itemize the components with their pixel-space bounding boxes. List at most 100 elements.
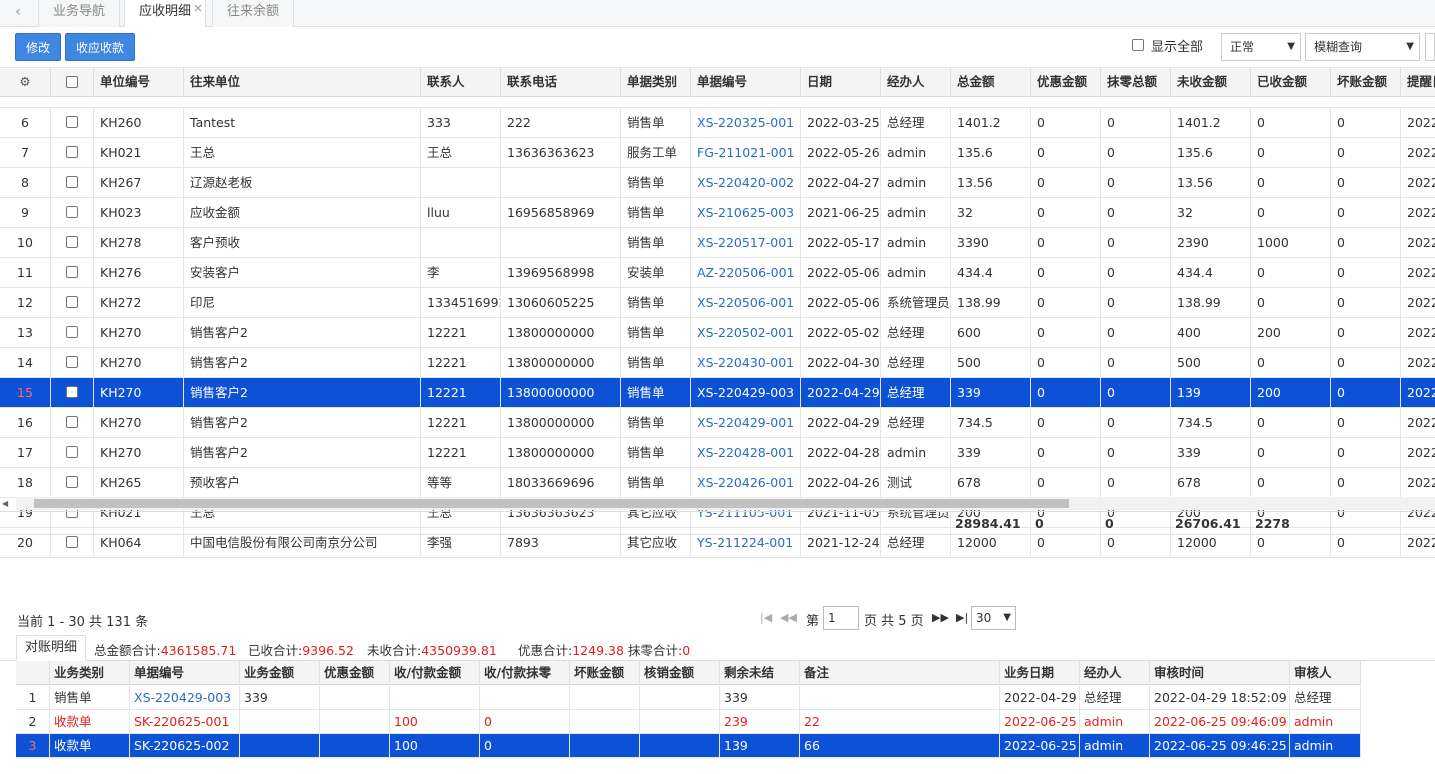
row-checkbox-cell[interactable] [51, 138, 94, 168]
detail-col-note[interactable]: 备注 [800, 661, 1000, 685]
detail-cell-doc[interactable]: SK-220625-001 [130, 710, 240, 734]
cell-doc[interactable]: XS-220325-001 [691, 108, 801, 138]
row-checkbox[interactable] [66, 176, 78, 188]
row-checkbox[interactable] [66, 356, 78, 368]
col-paid[interactable]: 已收金额 [1251, 68, 1331, 97]
row-checkbox-cell[interactable] [51, 108, 94, 138]
row-checkbox-cell[interactable] [51, 468, 94, 498]
detail-col-bad-debt[interactable]: 坏账金额 [570, 661, 640, 685]
cell-doc[interactable]: XS-220502-001 [691, 318, 801, 348]
table-row[interactable]: 9 KH023 应收金额 lluu 16956858969 销售单 XS-210625-00… [0, 198, 1435, 228]
close-icon[interactable]: × [193, 0, 203, 20]
detail-col-payment[interactable]: 收/付款金额 [390, 661, 480, 685]
page-size-select[interactable]: 30 ▼ [971, 606, 1016, 630]
show-all-checkbox[interactable] [1132, 39, 1144, 51]
table-row[interactable]: 15 KH270 销售客户2 12221 13800000000 销售单 XS-220429… [0, 378, 1435, 408]
next-page-icon[interactable]: ▶▶ [932, 611, 949, 624]
col-total[interactable]: 总金额 [951, 68, 1031, 97]
row-checkbox-cell[interactable] [51, 258, 94, 288]
cell-doc[interactable]: XS-220420-002 [691, 168, 801, 198]
row-checkbox-cell[interactable] [51, 228, 94, 258]
row-checkbox-cell[interactable] [51, 168, 94, 198]
row-checkbox-cell[interactable] [51, 318, 94, 348]
detail-row[interactable]: 1 销售单 XS-220429-003 339 339 2022-04-29 总经理 2022… [16, 686, 1361, 710]
row-checkbox[interactable] [66, 296, 78, 308]
table-row[interactable] [0, 558, 1435, 559]
prev-page-icon[interactable]: ◀◀ [780, 611, 797, 624]
col-remind-date[interactable]: 提醒日 [1401, 68, 1435, 97]
cell-doc[interactable]: XS-210625-003 [691, 198, 801, 228]
table-row[interactable]: 18 KH265 预收客户 等等 18033669696 销售单 XS-220426-001… [0, 468, 1435, 498]
detail-col-payment-rounding[interactable]: 收/付款抹零 [480, 661, 570, 685]
col-date[interactable]: 日期 [801, 68, 881, 97]
cell-doc[interactable]: FG-211021-001 [691, 138, 801, 168]
status-select[interactable]: 正常 ▼ [1221, 33, 1301, 61]
page-number-input[interactable]: 1 [823, 606, 859, 630]
col-rounding[interactable]: 抹零总额 [1101, 68, 1171, 97]
row-checkbox[interactable] [66, 116, 78, 128]
receive-payment-button[interactable]: 收应收款 [65, 33, 135, 61]
col-unpaid[interactable]: 未收金额 [1171, 68, 1251, 97]
col-unit[interactable]: 往来单位 [184, 68, 421, 97]
scroll-left-icon[interactable]: ◀ [2, 497, 8, 510]
row-checkbox[interactable] [66, 206, 78, 218]
row-checkbox-cell[interactable] [51, 198, 94, 228]
row-checkbox[interactable] [66, 416, 78, 428]
detail-col-doc[interactable]: 单据编号 [130, 661, 240, 685]
row-checkbox[interactable] [66, 476, 78, 488]
col-bad-debt[interactable]: 坏账金额 [1331, 68, 1401, 97]
table-row[interactable]: 11 KH276 安装客户李 13969568998 安装单 AZ-220506-001 2… [0, 258, 1435, 288]
select-all-checkbox-cell[interactable] [51, 68, 94, 97]
col-doc-type[interactable]: 单据类别 [621, 68, 691, 97]
row-checkbox-cell[interactable] [51, 288, 94, 318]
search-mode-select[interactable]: 模糊查询 ▼ [1305, 33, 1420, 61]
cell-doc[interactable]: XS-220517-001 [691, 228, 801, 258]
scrollbar-thumb[interactable] [34, 499, 1069, 508]
row-checkbox[interactable] [66, 536, 78, 548]
col-doc-number[interactable]: 单据编号 [691, 68, 801, 97]
detail-row[interactable]: 3 收款单 SK-220625-002 100 0 139 66 2022-06-25 admi… [16, 734, 1361, 758]
first-page-icon[interactable]: |◀ [760, 611, 772, 624]
row-checkbox[interactable] [66, 326, 78, 338]
detail-col-amount[interactable]: 业务金额 [240, 661, 320, 685]
col-phone[interactable]: 联系电话 [501, 68, 621, 97]
table-row[interactable]: 16 KH270 销售客户2 12221 13800000000 销售单 XS-220429… [0, 408, 1435, 438]
cell-doc[interactable]: XS-220506-001 [691, 288, 801, 318]
row-checkbox[interactable] [66, 146, 78, 158]
detail-col-auditor[interactable]: 审核人 [1290, 661, 1361, 685]
detail-row[interactable]: 2 收款单 SK-220625-001 100 0 239 22 2022-06-25 admi… [16, 710, 1361, 734]
cell-doc[interactable]: AZ-220506-001 [691, 258, 801, 288]
row-checkbox-cell[interactable] [51, 438, 94, 468]
detail-col-audit-time[interactable]: 审核时间 [1150, 661, 1290, 685]
table-row[interactable]: 8 KH267 辽源赵老板 销售单 XS-220420-002 2022-04-27 adm… [0, 168, 1435, 198]
col-unit-code[interactable]: 单位编号 [94, 68, 184, 97]
table-row[interactable] [0, 97, 1435, 108]
detail-cell-doc[interactable]: SK-220625-002 [130, 734, 240, 758]
table-row[interactable]: 10 KH278 客户预收 销售单 XS-220517-001 2022-05-17 adm… [0, 228, 1435, 258]
detail-col-date[interactable]: 业务日期 [1000, 661, 1080, 685]
cell-doc[interactable]: XS-220429-001 [691, 408, 801, 438]
table-row[interactable]: 12 KH272印尼1334516992513060605225销售单XS-220… [0, 288, 1435, 318]
tab-account-balance[interactable]: 往来余额 [212, 0, 295, 27]
col-handler[interactable]: 经办人 [881, 68, 951, 97]
table-row[interactable]: 7 KH021 王总 王总 13636363623 服务工单 FG-211021-001 20… [0, 138, 1435, 168]
chevron-left-icon[interactable]: ‹ [6, 0, 30, 26]
cell-doc[interactable]: XS-220428-001 [691, 438, 801, 468]
last-page-icon[interactable]: ▶| [956, 611, 968, 624]
detail-col-handler[interactable]: 经办人 [1080, 661, 1150, 685]
detail-col-remain[interactable]: 剩余未结 [720, 661, 800, 685]
detail-col-discount[interactable]: 优惠金额 [320, 661, 390, 685]
row-checkbox[interactable] [66, 446, 78, 458]
table-row[interactable]: 17 KH270 销售客户2 12221 13800000000 销售单 XS-220428… [0, 438, 1435, 468]
cell-doc[interactable]: XS-220430-001 [691, 348, 801, 378]
row-checkbox[interactable] [66, 386, 78, 398]
select-all-checkbox[interactable] [66, 76, 78, 88]
horizontal-scrollbar[interactable] [16, 497, 1435, 510]
row-checkbox[interactable] [66, 266, 78, 278]
table-row[interactable]: 13 KH270 销售客户2 12221 13800000000 销售单 XS-220502… [0, 318, 1435, 348]
col-contact[interactable]: 联系人 [421, 68, 501, 97]
table-row[interactable]: 6 KH260 Tantest 333 222 销售单 XS-220325-001 2022-… [0, 108, 1435, 138]
tab-business-nav[interactable]: 业务导航 [38, 0, 121, 27]
detail-col-kind[interactable]: 业务类别 [50, 661, 130, 685]
row-checkbox-cell[interactable] [51, 378, 94, 408]
